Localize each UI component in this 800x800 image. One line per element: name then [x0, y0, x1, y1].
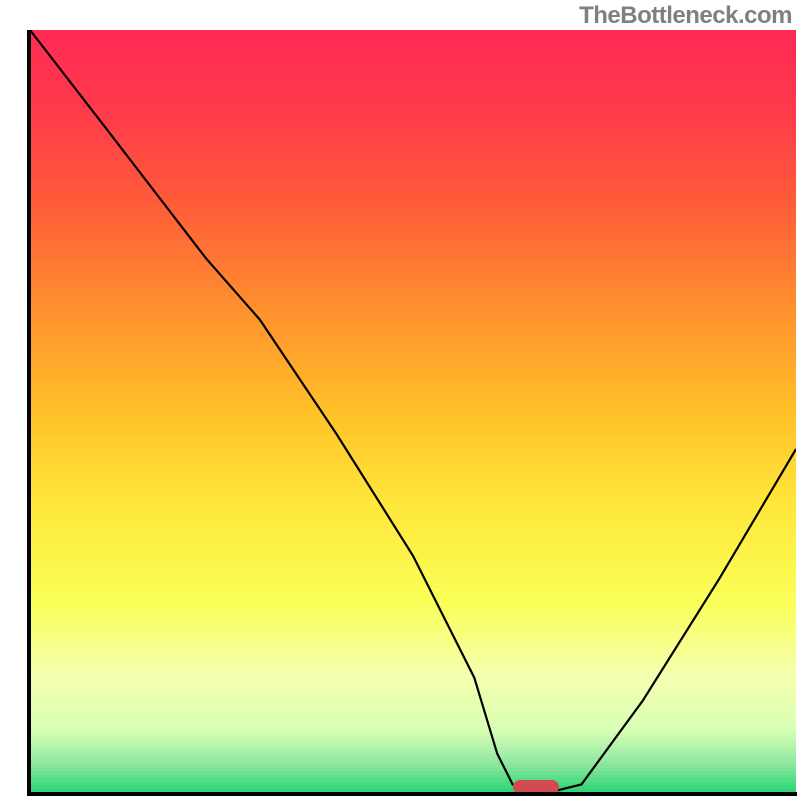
plot-area	[30, 30, 796, 792]
chart-stage: TheBottleneck.com	[0, 0, 800, 800]
y-axis-line	[27, 30, 31, 796]
curve-path	[30, 30, 796, 792]
x-axis-line	[27, 792, 797, 796]
watermark-text: TheBottleneck.com	[579, 2, 792, 30]
bottleneck-curve	[30, 30, 796, 792]
